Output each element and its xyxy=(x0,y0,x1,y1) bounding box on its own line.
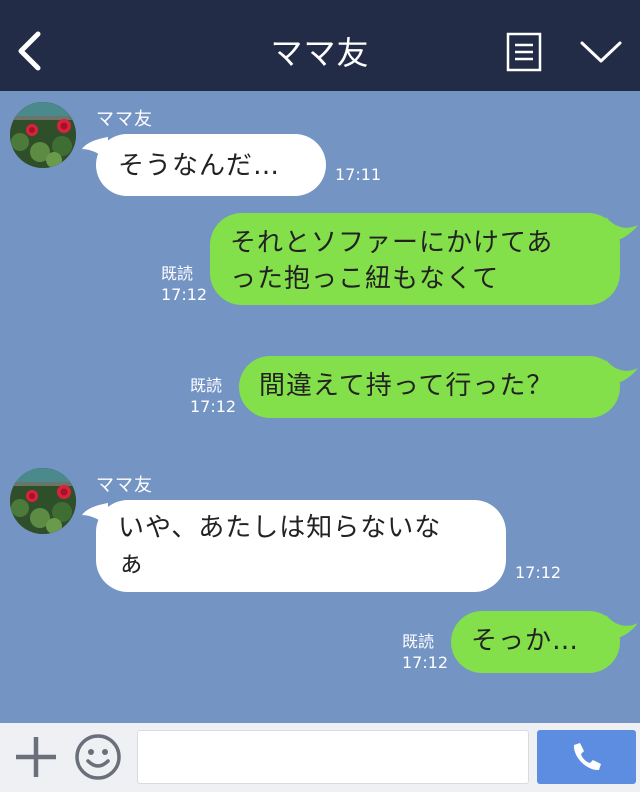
emoji-icon[interactable] xyxy=(74,733,122,781)
chat-header: ママ友 xyxy=(0,0,640,91)
message-list[interactable]: ママ友 そうなんだ… 17:11 既読 17:12 それとソファーにかけてあ っ… xyxy=(0,91,640,723)
rose-photo-icon xyxy=(10,468,76,534)
back-icon[interactable] xyxy=(12,28,48,74)
message-time: 17:12 xyxy=(515,563,562,582)
message-time: 17:11 xyxy=(335,165,382,184)
message-time: 17:12 xyxy=(161,285,208,304)
call-button[interactable] xyxy=(537,730,636,784)
avatar[interactable] xyxy=(10,102,76,168)
read-receipt: 既読 xyxy=(402,632,435,651)
message-bubble-outgoing[interactable]: それとソファーにかけてあ った抱っこ紐もなくて xyxy=(210,213,620,305)
message-time: 17:12 xyxy=(190,397,237,416)
chat-title: ママ友 xyxy=(270,34,370,72)
chevron-down-icon[interactable] xyxy=(578,34,624,68)
avatar[interactable] xyxy=(10,468,76,534)
sender-name: ママ友 xyxy=(96,475,153,496)
message-bubble-incoming[interactable]: いや、あたしは知らないな ぁ xyxy=(96,500,506,592)
plus-icon[interactable] xyxy=(14,735,58,779)
message-text-line: いや、あたしは知らないな xyxy=(118,513,442,543)
menu-icon[interactable] xyxy=(506,32,542,72)
message-text: 間違えて持って行った？ xyxy=(259,371,554,401)
message-text: そっか… xyxy=(471,626,580,656)
bubble-tail xyxy=(606,615,638,641)
message-text-line: それとソファーにかけてあ xyxy=(230,228,554,258)
message-text-line: ぁ xyxy=(118,549,146,579)
message-composer xyxy=(0,723,640,792)
message-input[interactable] xyxy=(137,730,529,784)
sender-name: ママ友 xyxy=(96,109,153,130)
phone-icon xyxy=(573,743,601,771)
message-bubble-incoming[interactable]: そうなんだ… xyxy=(96,134,326,196)
message-bubble-outgoing[interactable]: そっか… xyxy=(451,611,620,673)
read-receipt: 既読 xyxy=(190,376,223,395)
rose-photo-icon xyxy=(10,102,76,168)
message-text: そうなんだ… xyxy=(118,151,281,181)
read-receipt: 既読 xyxy=(161,264,194,283)
bubble-tail xyxy=(606,360,638,386)
message-bubble-outgoing[interactable]: 間違えて持って行った？ xyxy=(239,356,620,418)
message-time: 17:12 xyxy=(402,653,449,672)
message-text-line: った抱っこ紐もなくて xyxy=(230,264,500,294)
bubble-tail xyxy=(606,217,638,243)
